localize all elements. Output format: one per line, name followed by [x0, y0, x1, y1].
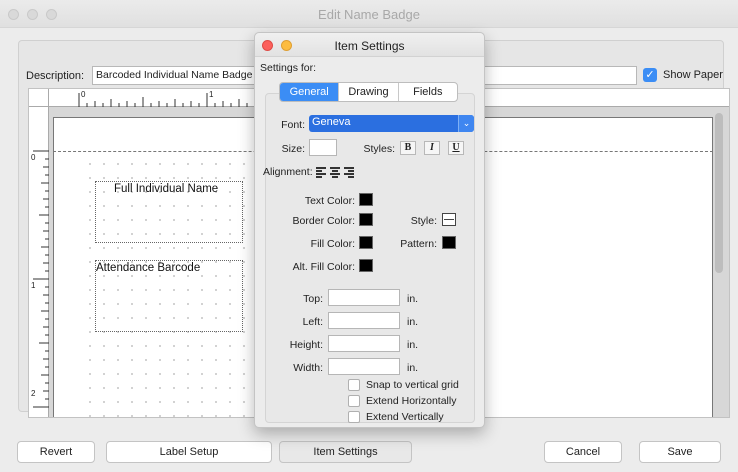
alt-fill-color-swatch[interactable]: [359, 259, 373, 272]
height-unit: in.: [407, 339, 419, 351]
left-unit: in.: [407, 316, 419, 328]
vertical-scrollbar[interactable]: [715, 113, 723, 273]
pattern-swatch[interactable]: [442, 236, 456, 249]
bold-button[interactable]: B: [400, 141, 416, 155]
description-label: Description:: [26, 70, 85, 82]
settings-for-label: Settings for:: [260, 62, 317, 74]
label-field-barcode[interactable]: Attendance Barcode: [95, 260, 243, 332]
height-label: Height:: [289, 339, 323, 351]
style-label: Style:: [410, 215, 437, 227]
pattern-label: Pattern:: [400, 238, 437, 250]
chevron-down-icon: ⌄: [458, 115, 474, 132]
extend-horizontally-checkbox[interactable]: [348, 395, 360, 407]
font-label: Font:: [281, 119, 305, 131]
item-settings-panel: Item Settings Settings for: General Draw…: [254, 32, 485, 428]
save-button[interactable]: Save: [639, 441, 721, 463]
size-input[interactable]: [309, 139, 337, 156]
tab-drawing[interactable]: Drawing: [339, 83, 399, 101]
extend-vertically-label: Extend Vertically: [366, 411, 444, 423]
ruler-vmark-2: 2: [31, 389, 36, 398]
text-color-label: Text Color:: [304, 195, 355, 207]
window-titlebar: Edit Name Badge: [0, 0, 738, 28]
border-color-label: Border Color:: [292, 215, 355, 227]
alt-fill-color-label: Alt. Fill Color:: [292, 261, 355, 273]
panel-title: Item Settings: [334, 39, 405, 53]
text-color-swatch[interactable]: [359, 193, 373, 206]
width-label: Width:: [293, 362, 323, 374]
ruler-mark-0: 0: [81, 90, 86, 99]
border-color-swatch[interactable]: [359, 213, 373, 226]
label-field-name[interactable]: Full Individual Name: [95, 181, 243, 243]
show-paper-label: Show Paper: [663, 69, 723, 81]
left-input[interactable]: [328, 312, 400, 329]
label-setup-button[interactable]: Label Setup: [106, 441, 272, 463]
width-input[interactable]: [328, 358, 400, 375]
fill-color-swatch[interactable]: [359, 236, 373, 249]
ruler-vmark-1: 1: [31, 281, 36, 290]
show-paper-checkbox[interactable]: ✓: [643, 68, 657, 82]
snap-vertical-grid-label: Snap to vertical grid: [366, 379, 459, 391]
align-left-icon[interactable]: [316, 167, 326, 178]
align-center-icon[interactable]: [330, 167, 340, 178]
item-settings-button[interactable]: Item Settings: [279, 441, 412, 463]
cancel-button[interactable]: Cancel: [544, 441, 622, 463]
label-field-name-text: Full Individual Name: [114, 183, 219, 195]
size-label: Size:: [281, 143, 305, 155]
border-style-picker[interactable]: [442, 213, 456, 226]
ruler-vmark-0: 0: [31, 153, 36, 162]
tab-fields[interactable]: Fields: [399, 83, 457, 101]
alignment-label: Alignment:: [263, 166, 313, 178]
extend-horizontally-label: Extend Horizontally: [366, 395, 457, 407]
top-unit: in.: [407, 293, 419, 305]
ruler-corner: [29, 89, 49, 107]
font-value: Geneva: [312, 116, 351, 128]
top-label: Top:: [303, 293, 323, 305]
styles-label: Styles:: [363, 143, 395, 155]
ruler-mark-1: 1: [209, 90, 214, 99]
panel-titlebar: Item Settings: [255, 33, 484, 57]
snap-vertical-grid-checkbox[interactable]: [348, 379, 360, 391]
height-input[interactable]: [328, 335, 400, 352]
tab-general[interactable]: General: [280, 83, 340, 101]
window-title: Edit Name Badge: [318, 7, 420, 22]
align-right-icon[interactable]: [344, 167, 354, 178]
width-unit: in.: [407, 362, 419, 374]
underline-button[interactable]: U: [448, 141, 464, 155]
left-label: Left:: [302, 316, 323, 328]
settings-tabs: General Drawing Fields: [279, 82, 458, 102]
revert-button[interactable]: Revert: [17, 441, 95, 463]
vertical-ruler: 0 1 2: [29, 107, 49, 417]
top-input[interactable]: [328, 289, 400, 306]
extend-vertically-checkbox[interactable]: [348, 411, 360, 423]
italic-button[interactable]: I: [424, 141, 440, 155]
font-select[interactable]: Geneva ⌄: [309, 115, 474, 132]
label-field-barcode-text: Attendance Barcode: [96, 262, 201, 274]
fill-color-label: Fill Color:: [310, 238, 355, 250]
